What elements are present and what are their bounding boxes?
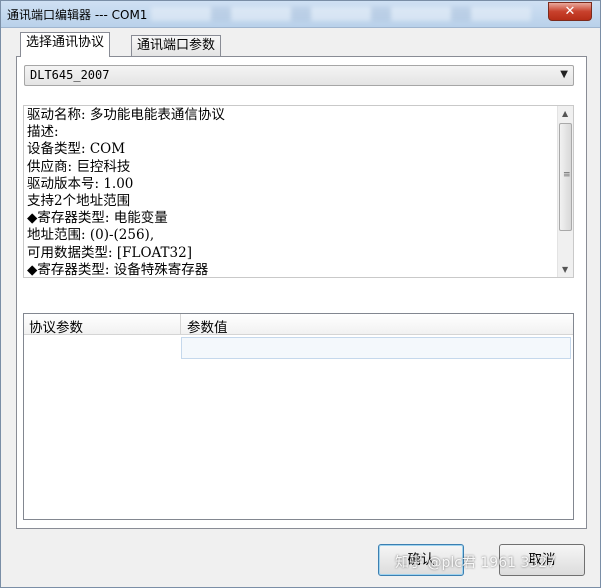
table-row[interactable]	[24, 337, 573, 359]
tab-select-protocol[interactable]: 选择通讯协议	[20, 32, 111, 57]
description-scrollbar[interactable]: ▲ ≡ ▼	[557, 106, 573, 277]
close-button[interactable]: ✕	[548, 2, 592, 21]
grid-header: 协议参数 参数值	[24, 314, 573, 336]
protocol-select[interactable]: DLT645_2007 ▼	[24, 65, 574, 86]
tab-port-params[interactable]: 通讯端口参数	[131, 35, 222, 57]
tab-label: 选择通讯协议	[26, 35, 105, 50]
description-line: ◆寄存器类型: 电能变量	[27, 210, 168, 227]
scrollbar-thumb[interactable]: ≡	[559, 123, 572, 231]
title-bar[interactable]: 通讯端口编辑器 --- COM1 ✕	[1, 1, 600, 28]
tab-label: 通讯端口参数	[137, 38, 216, 53]
watermark: 知乎 @plc君 1961 3327	[395, 555, 557, 571]
description-line: 支持2个地址范围	[27, 192, 131, 209]
value-cell[interactable]	[181, 337, 571, 359]
description-line: 驱动名称: 多功能电能表通信协议	[27, 107, 225, 123]
scroll-up-arrow-icon[interactable]: ▲	[562, 109, 568, 118]
protocol-param-grid: 协议参数 参数值	[23, 313, 574, 520]
scroll-down-arrow-icon[interactable]: ▼	[562, 265, 568, 274]
grip-icon: ≡	[563, 170, 571, 180]
description-line: 供应商: 巨控科技	[27, 158, 131, 175]
editor-dialog: 通讯端口编辑器 --- COM1 ✕ 选择通讯协议 通讯端口参数 DLT645_…	[0, 0, 601, 588]
description-line: 设备类型: COM	[27, 141, 126, 158]
chevron-down-icon[interactable]: ▼	[560, 69, 568, 80]
blurred-title-region	[151, 7, 531, 21]
description-line: ◆寄存器类型: 设备特殊寄存器	[27, 261, 209, 278]
column-header-value[interactable]: 参数值	[187, 316, 228, 336]
description-line: 驱动版本号: 1.00	[27, 175, 134, 192]
description-line: 地址范围: (0)-(256),	[27, 227, 155, 244]
window-title: 通讯端口编辑器 --- COM1	[7, 8, 148, 22]
description-line: 描述:	[27, 124, 59, 141]
column-divider[interactable]	[180, 314, 181, 335]
column-header-param[interactable]: 协议参数	[29, 316, 83, 336]
description-line: 可用数据类型: [FLOAT32]	[27, 244, 192, 261]
description-lines: 驱动名称: 多功能电能表通信协议 描述: 设备类型: COM 供应商: 巨控科技…	[27, 107, 225, 278]
driver-description-box[interactable]: 驱动名称: 多功能电能表通信协议 描述: 设备类型: COM 供应商: 巨控科技…	[23, 105, 574, 278]
protocol-select-value: DLT645_2007	[30, 68, 110, 82]
close-icon: ✕	[564, 4, 576, 19]
